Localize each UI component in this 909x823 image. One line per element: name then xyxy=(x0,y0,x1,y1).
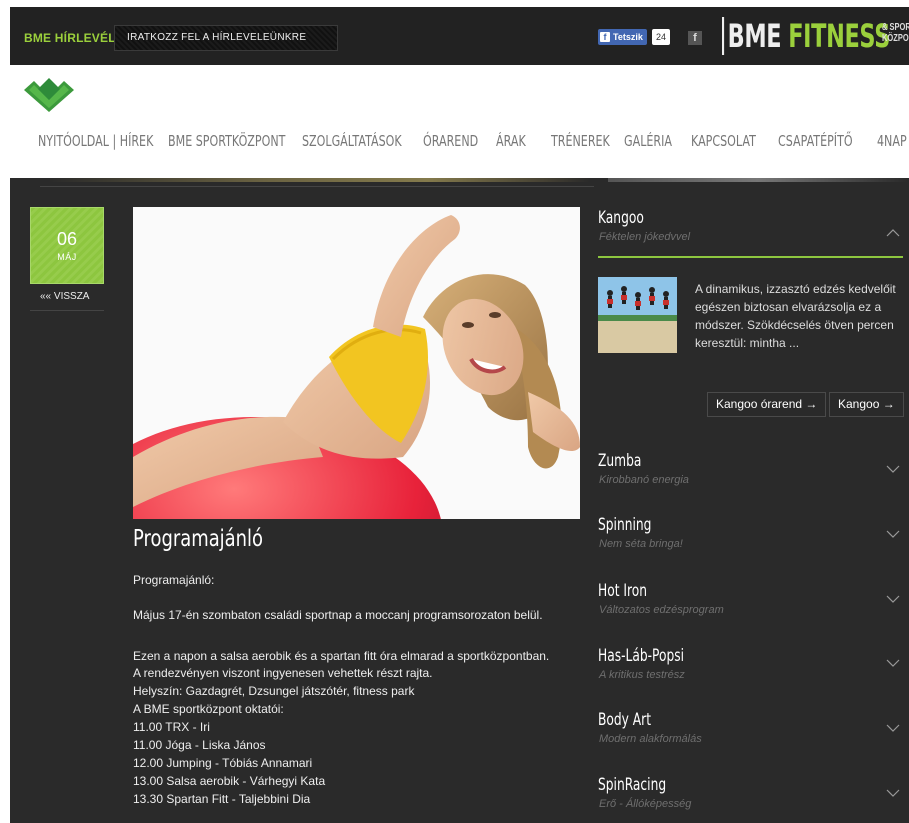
brand-subtitle-line1: & SPORT xyxy=(882,22,909,33)
article-line: Helyszín: Gazdagrét, Dzsungel játszótér,… xyxy=(133,684,415,698)
sidebar-item-spinning-title[interactable]: Spinning xyxy=(598,515,651,535)
decorative-divider-thin xyxy=(40,186,594,187)
article-title: Programajánló xyxy=(133,526,264,552)
chevron-down-icon[interactable] xyxy=(886,462,900,476)
article-line: A BME sportközpont oktatói: xyxy=(133,702,284,716)
chevron-up-icon[interactable] xyxy=(886,226,900,240)
kangoo-accent-divider xyxy=(598,256,903,258)
date-month: MÁJ xyxy=(57,252,77,262)
kangoo-thumbnail[interactable] xyxy=(598,277,677,353)
date-badge: 06 MÁJ xyxy=(30,207,104,284)
main-navigation: NYITÓOLDAL | HÍREK BME SPORTKÖZPONT SZOL… xyxy=(0,128,909,158)
chevron-down-icon[interactable] xyxy=(886,527,900,541)
sidebar-item-spinning-subtitle: Nem séta bringa! xyxy=(599,538,683,550)
facebook-like-label: Tetszik xyxy=(613,32,643,42)
sidebar-item-hot-iron-title[interactable]: Hot Iron xyxy=(598,581,647,601)
kangoo-jumpers-illustration xyxy=(598,277,677,353)
date-day: 06 xyxy=(56,229,78,249)
sidebar-item-kangoo-subtitle: Féktelen jókedvvel xyxy=(599,231,691,243)
article-line: A rendezvényen viszont ingyenesen vehett… xyxy=(133,666,433,680)
nav-item-sportcenter[interactable]: BME SPORTKÖZPONT xyxy=(168,132,285,150)
article-intro: Programajánló: xyxy=(133,573,215,587)
fitness-woman-illustration xyxy=(133,207,580,519)
newsletter-label: BME HÍRLEVÉL xyxy=(24,31,116,45)
facebook-like-button[interactable]: f Tetszik xyxy=(598,29,647,45)
brand-subtitle: & SPORT KÖZPONT xyxy=(882,22,909,44)
schedule-line: 12.00 Jumping - Tóbiás Annamari xyxy=(133,756,313,770)
article-line: Ezen a napon a salsa aerobik és a sparta… xyxy=(133,649,550,663)
nav-item-prices[interactable]: ÁRAK xyxy=(496,132,526,150)
nav-item-schedule[interactable]: ÓRAREND xyxy=(423,132,478,150)
back-divider xyxy=(30,310,104,311)
newsletter-subscribe-button[interactable]: IRATKOZZ FEL A HÍRLEVELEÜNKRE xyxy=(114,25,338,51)
nav-item-teambuilding[interactable]: CSAPATÉPÍTŐ xyxy=(778,132,853,150)
sidebar-item-spinracing-subtitle: Erő - Állóképesség xyxy=(599,798,692,810)
nav-item-contact[interactable]: KAPCSOLAT xyxy=(691,132,756,150)
chevron-down-icon[interactable] xyxy=(886,786,900,800)
brand-fitness-text: FITNESS xyxy=(788,17,890,55)
nav-item-trainers[interactable]: TRÉNEREK xyxy=(551,132,610,150)
facebook-page-icon[interactable]: f xyxy=(688,31,702,45)
brand-logo[interactable]: BME FITNESS xyxy=(722,17,890,55)
sidebar-item-hot-iron-subtitle: Változatos edzésprogram xyxy=(599,604,724,616)
sidebar-item-zumba-subtitle: Kirobbanó energia xyxy=(599,474,689,486)
facebook-like-count: 24 xyxy=(652,29,671,45)
chevron-down-icon[interactable] xyxy=(886,721,900,735)
kangoo-description: A dinamikus, izzasztó edzés kedvelőit eg… xyxy=(695,282,896,350)
sidebar-item-spinracing-title[interactable]: SpinRacing xyxy=(598,775,666,795)
kangoo-schedule-button[interactable]: Kangoo órarend → xyxy=(707,392,827,417)
nav-item-gallery[interactable]: GALÉRIA xyxy=(624,132,672,150)
schedule-line: 13.30 Spartan Fitt - Taljebbini Dia xyxy=(133,792,311,806)
sidebar-item-has-lab-popsi-subtitle: A kritikus testrész xyxy=(599,669,685,681)
top-bar: BME HÍRLEVÉL IRATKOZZ FEL A HÍRLEVELEÜNK… xyxy=(10,7,909,65)
brand-bme-text: BME xyxy=(722,17,782,55)
sidebar-item-has-lab-popsi-title[interactable]: Has-Láb-Popsi xyxy=(598,646,684,666)
sidebar-top-divider xyxy=(608,178,908,182)
schedule-line: 11.00 TRX - Iri xyxy=(133,720,210,734)
schedule-line: 13.00 Salsa aerobik - Várhegyi Kata xyxy=(133,774,326,788)
article-hero-image xyxy=(133,207,580,519)
brand-subtitle-line2: KÖZPONT xyxy=(882,33,909,44)
article-paragraph: Május 17-én szombaton családi sportnap a… xyxy=(133,608,543,622)
facebook-icon: f xyxy=(600,32,610,42)
sidebar-item-body-art-subtitle: Modern alakformálás xyxy=(599,733,702,745)
chevron-down-icon[interactable] xyxy=(886,592,900,606)
schedule-line: 11.00 Jóga - Liska János xyxy=(133,738,266,752)
sidebar-item-body-art-title[interactable]: Body Art xyxy=(598,710,651,730)
nav-item-4nap[interactable]: 4NAP xyxy=(877,132,907,150)
nav-item-home-news[interactable]: NYITÓOLDAL | HÍREK xyxy=(38,132,153,150)
sidebar-item-zumba-title[interactable]: Zumba xyxy=(598,451,641,471)
kangoo-more-button[interactable]: Kangoo → xyxy=(829,392,904,417)
nav-item-services[interactable]: SZOLGÁLTATÁSOK xyxy=(302,132,402,150)
site-logo-icon[interactable] xyxy=(24,78,74,112)
decorative-divider xyxy=(48,178,590,182)
sidebar-item-kangoo-title[interactable]: Kangoo xyxy=(598,208,644,228)
chevron-down-icon[interactable] xyxy=(886,656,900,670)
back-link[interactable]: «« VISSZA xyxy=(40,291,89,302)
